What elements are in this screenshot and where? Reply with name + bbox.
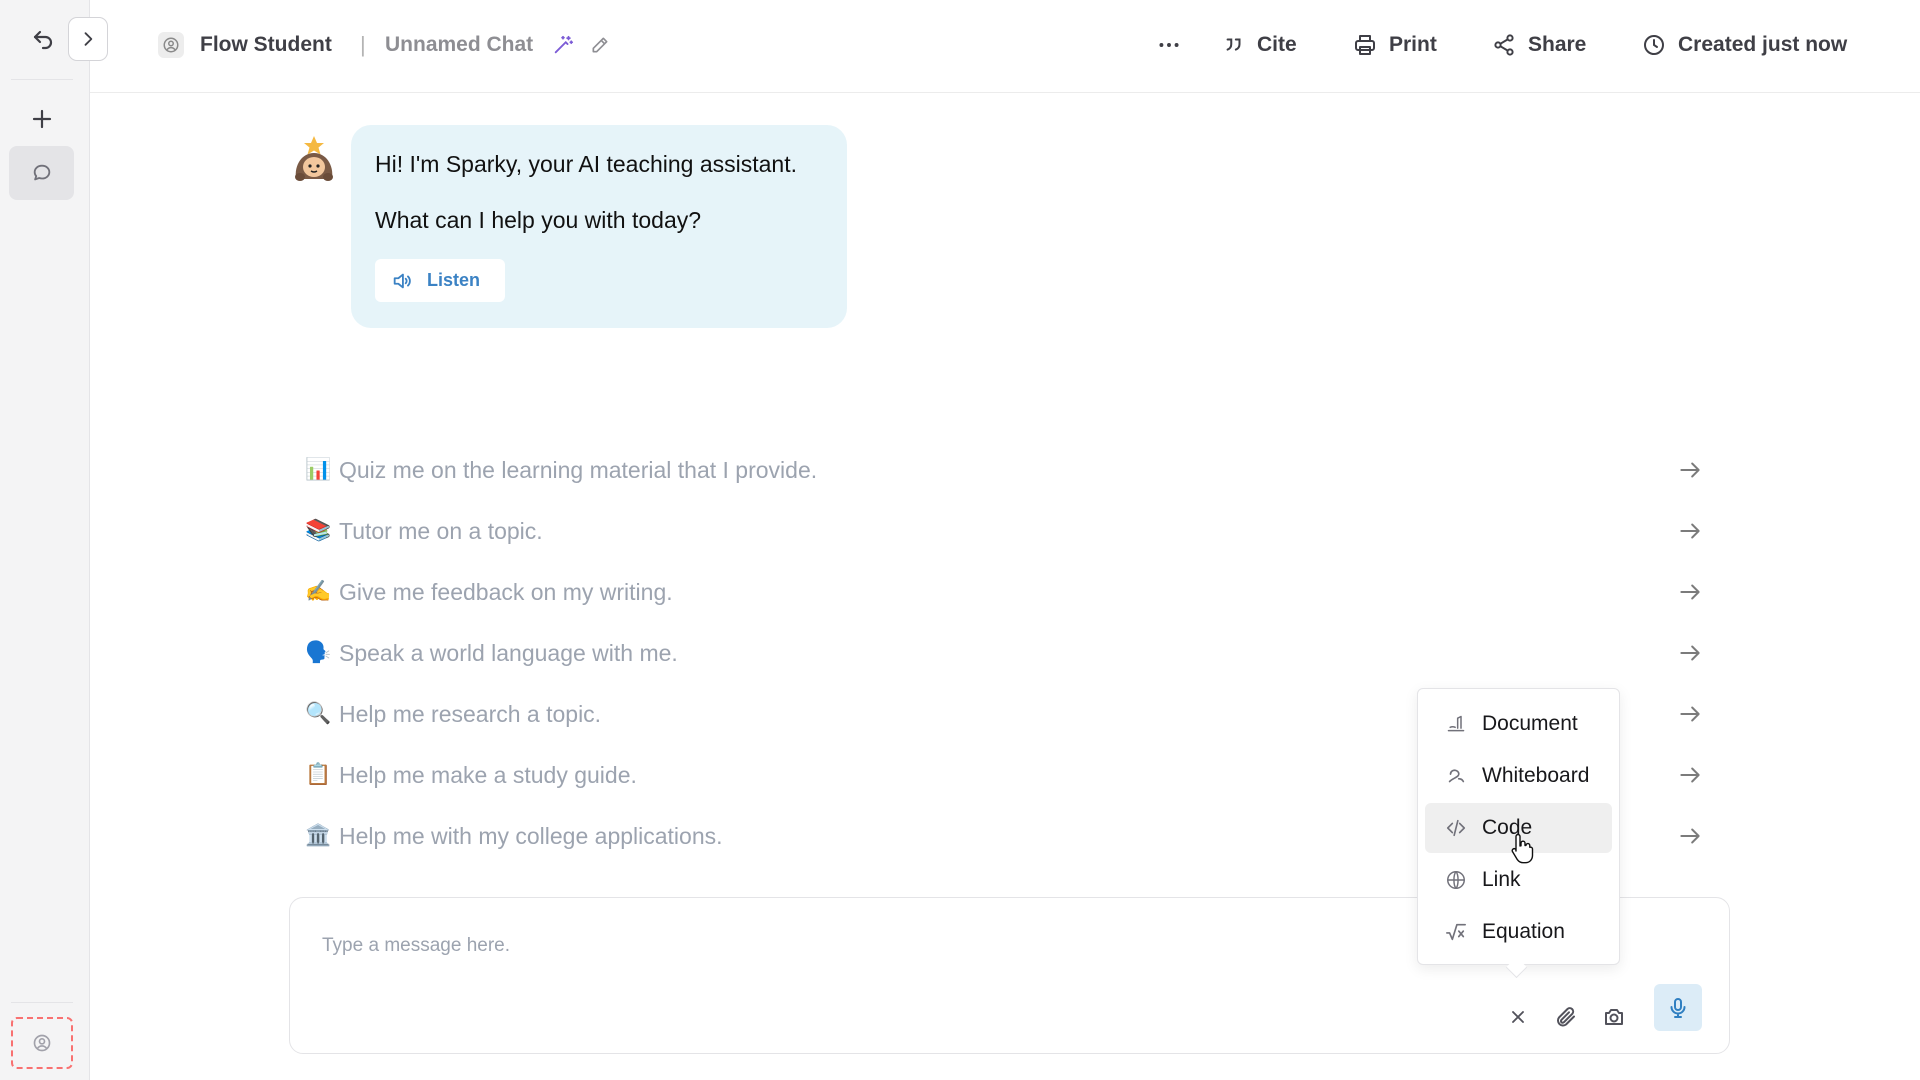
document-icon — [1445, 713, 1467, 735]
code-icon — [1445, 817, 1467, 839]
sparky-avatar — [288, 135, 340, 187]
menu-item-label: Equation — [1482, 920, 1565, 943]
share-icon — [1494, 34, 1514, 56]
rename-button[interactable] — [590, 0, 610, 90]
attach-file-button[interactable] — [1546, 996, 1586, 1038]
arrow-right-icon — [1677, 762, 1703, 788]
arrow-right-icon — [1677, 701, 1703, 727]
app-name: Flow Student — [200, 33, 332, 56]
arrow-right-icon — [1677, 823, 1703, 849]
suggestion-emoji: 🏛️ — [305, 824, 332, 847]
quote-icon — [1226, 38, 1241, 51]
magic-wand-icon — [554, 35, 574, 54]
arrow-right-icon — [1677, 518, 1703, 544]
plus-icon — [32, 109, 52, 129]
menu-item-label: Whiteboard — [1482, 764, 1590, 787]
user-circle-icon — [33, 1034, 51, 1052]
app-brand[interactable]: Flow Student — [158, 0, 332, 90]
hand-pointer-cursor-icon — [1510, 832, 1536, 864]
suggestion-text: Help me with my college applications. — [339, 822, 723, 849]
suggestion-text: Tutor me on a topic. — [339, 517, 543, 544]
attach-menu: Document Whiteboard Code Link Equation — [1417, 688, 1620, 965]
printer-icon — [1355, 35, 1375, 55]
menu-item-label: Link — [1482, 868, 1521, 891]
suggestion-emoji: 🔍 — [305, 702, 332, 725]
ellipsis-icon — [1159, 43, 1179, 47]
cite-label: Cite — [1257, 33, 1297, 56]
created-timestamp: Created just now — [1642, 0, 1847, 90]
more-options-button[interactable] — [1156, 0, 1182, 90]
greeting-line-2: What can I help you with today? — [375, 207, 702, 233]
camera-icon — [1605, 1009, 1623, 1025]
chevron-right-icon — [84, 32, 93, 46]
camera-button[interactable] — [1594, 996, 1634, 1038]
speaker-icon — [393, 273, 411, 288]
suggestion-emoji: ✍️ — [305, 580, 332, 603]
clock-icon — [1644, 35, 1664, 55]
top-header: Flow Student | Unnamed Chat Cite Print S… — [90, 0, 1920, 93]
left-rail — [0, 0, 90, 1080]
suggestion-item[interactable]: 🗣️ Speak a world language with me. — [305, 627, 1705, 679]
arrow-right-icon — [1677, 640, 1703, 666]
share-button[interactable]: Share — [1492, 0, 1586, 90]
arrow-right-icon — [1677, 579, 1703, 605]
listen-label: Listen — [427, 270, 481, 290]
whiteboard-icon — [1445, 765, 1467, 787]
suggestion-item[interactable]: 📚 Tutor me on a topic. — [305, 505, 1705, 557]
chat-history-button[interactable] — [9, 146, 74, 200]
chat-title[interactable]: Unnamed Chat — [385, 0, 533, 90]
message-input[interactable] — [320, 934, 1324, 958]
microphone-icon — [1670, 997, 1686, 1018]
globe-icon — [1445, 869, 1467, 891]
close-icon — [1512, 1011, 1524, 1023]
new-chat-button[interactable] — [19, 98, 65, 140]
menu-item-document[interactable]: Document — [1425, 699, 1612, 749]
suggestion-text: Speak a world language with me. — [339, 639, 678, 666]
suggestion-text: Give me feedback on my writing. — [339, 578, 673, 605]
suggestion-text: Help me make a study guide. — [339, 761, 637, 788]
close-attach-menu-button[interactable] — [1498, 996, 1538, 1038]
profile-button[interactable] — [11, 1017, 73, 1069]
assistant-message-bubble: Hi! I'm Sparky, your AI teaching assista… — [351, 125, 847, 328]
suggestion-item[interactable]: ✍️ Give me feedback on my writing. — [305, 566, 1705, 618]
suggestion-item[interactable]: 📊 Quiz me on the learning material that … — [305, 444, 1705, 496]
print-label: Print — [1389, 33, 1437, 56]
greeting-line-1: Hi! I'm Sparky, your AI teaching assista… — [375, 151, 797, 177]
suggestion-emoji: 🗣️ — [305, 641, 332, 664]
generate-title-button[interactable] — [552, 0, 574, 90]
back-button[interactable] — [22, 20, 64, 60]
chat-bubble-icon — [33, 164, 50, 181]
menu-item-equation[interactable]: Equation — [1425, 907, 1612, 957]
suggestion-emoji: 📋 — [305, 763, 332, 786]
suggestion-emoji: 📚 — [305, 519, 332, 542]
cite-button[interactable]: Cite — [1223, 0, 1297, 90]
suggestion-text: Help me research a topic. — [339, 700, 602, 727]
paperclip-icon — [1557, 1007, 1575, 1027]
title-separator: | — [360, 32, 366, 57]
menu-item-label: Document — [1482, 712, 1578, 735]
pencil-icon — [592, 37, 608, 53]
share-label: Share — [1528, 33, 1587, 56]
listen-button[interactable]: Listen — [375, 259, 505, 302]
created-label: Created just now — [1678, 33, 1848, 56]
square-root-icon — [1445, 921, 1467, 943]
microphone-button[interactable] — [1654, 984, 1702, 1031]
suggestion-emoji: 📊 — [305, 458, 332, 481]
undo-arrow-icon — [33, 30, 53, 50]
arrow-right-icon — [1677, 457, 1703, 483]
rail-divider — [11, 79, 73, 80]
rail-divider — [11, 1002, 73, 1003]
app-logo-icon — [158, 32, 184, 58]
menu-item-whiteboard[interactable]: Whiteboard — [1425, 751, 1612, 801]
expand-sidebar-button[interactable] — [68, 17, 108, 61]
suggestion-text: Quiz me on the learning material that I … — [339, 456, 818, 483]
print-button[interactable]: Print — [1353, 0, 1437, 90]
